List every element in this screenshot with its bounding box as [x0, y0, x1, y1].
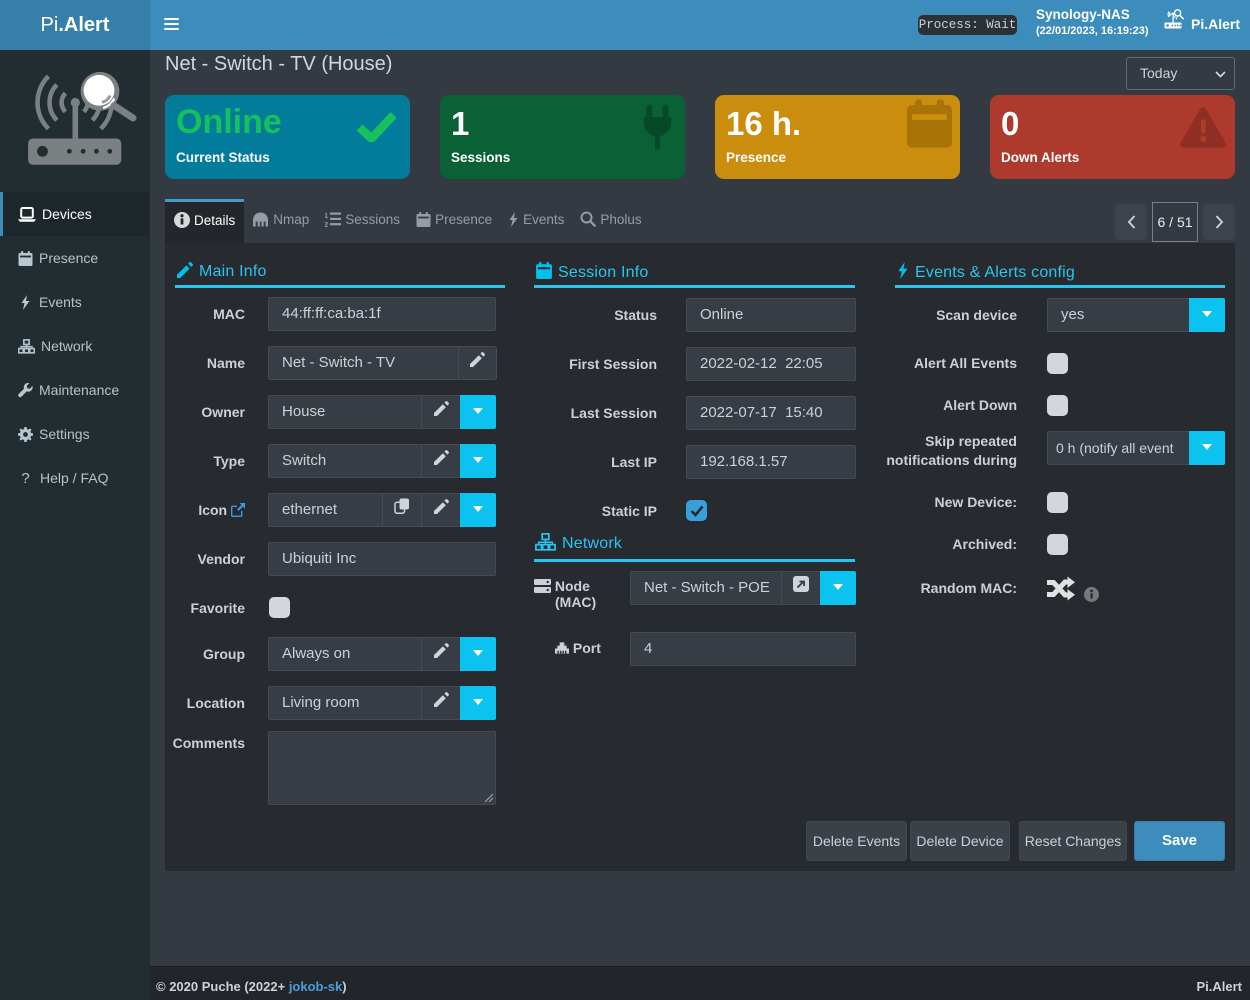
svg-text:2: 2 — [325, 220, 328, 227]
svg-text:1: 1 — [325, 211, 328, 220]
